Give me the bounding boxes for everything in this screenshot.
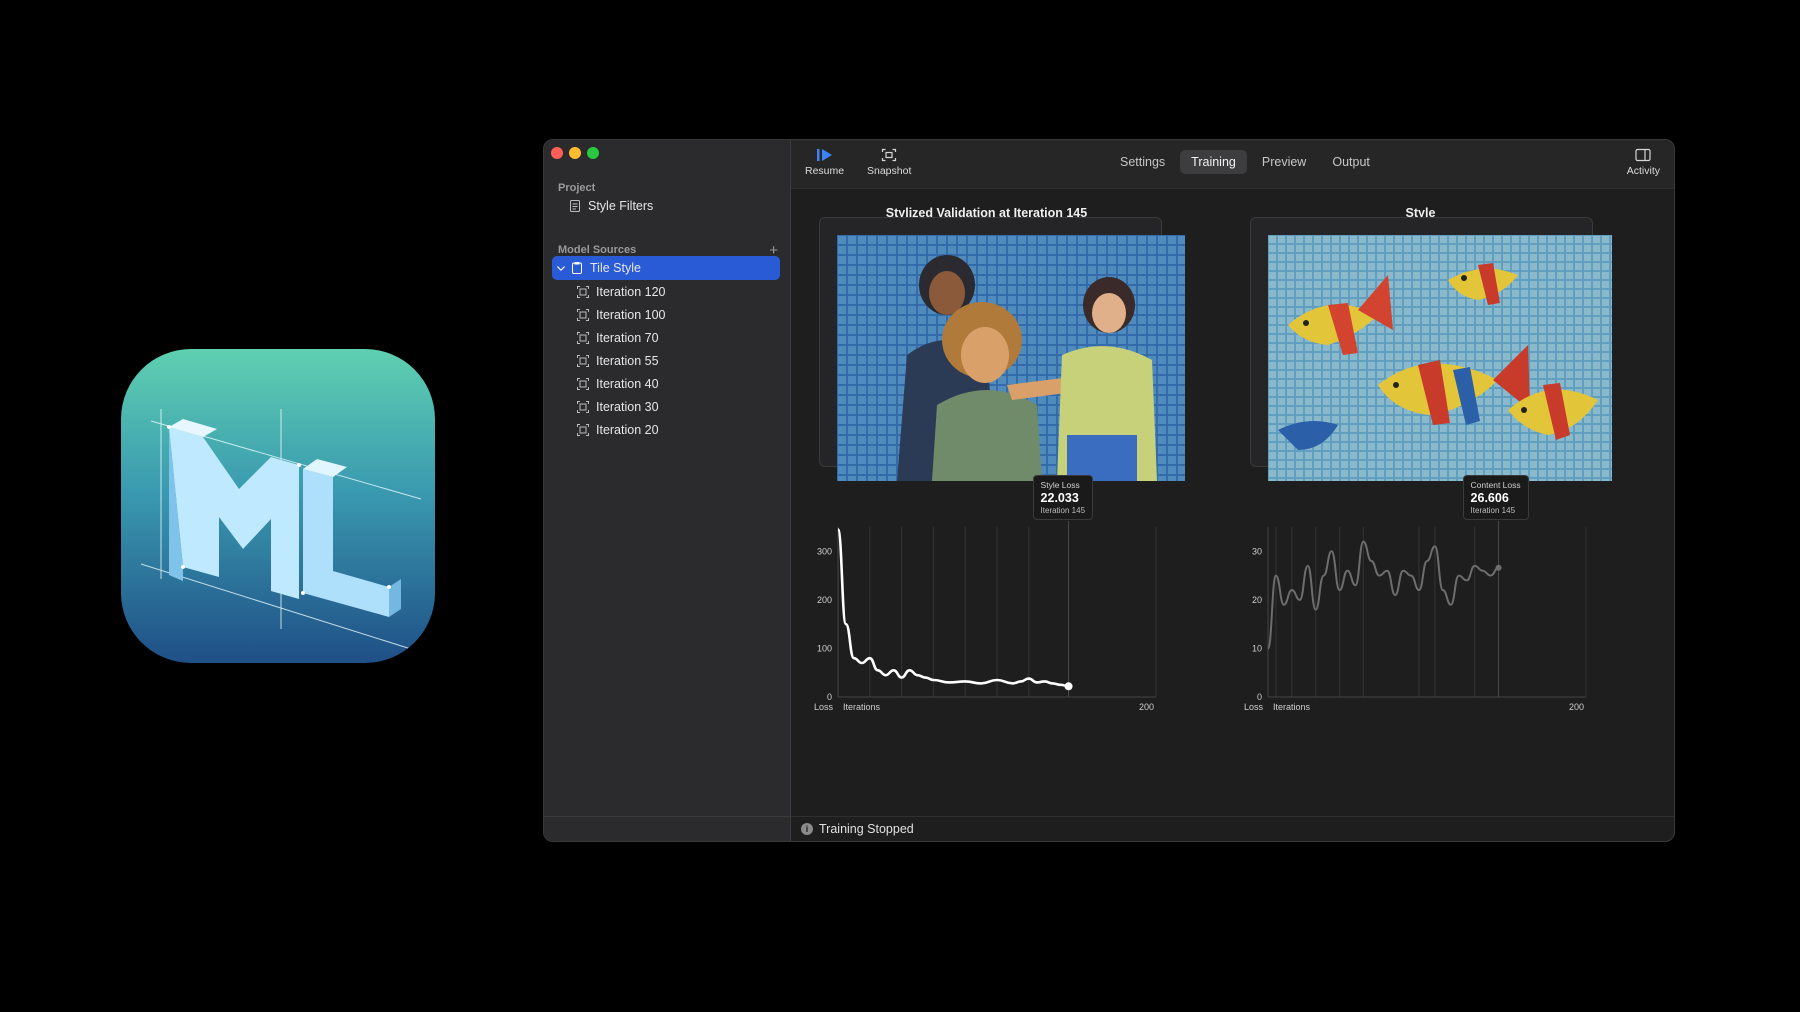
y-tick-label: 100 (817, 643, 832, 653)
sidebar-item-label: Iteration 30 (596, 400, 659, 414)
create-ml-app-icon (121, 349, 435, 663)
tab-output[interactable]: Output (1321, 150, 1381, 174)
toolbar: Resume Snapshot Settings Training Previe… (791, 140, 1674, 189)
tooltip-sub: Iteration 145 (1040, 506, 1086, 515)
snapshot-icon (577, 401, 589, 413)
sidebar-item-label: Iteration 20 (596, 423, 659, 437)
play-icon (816, 149, 832, 161)
style-reference-image (1268, 235, 1612, 481)
sidebar-item-iteration[interactable]: Iteration 20 (576, 418, 776, 442)
snapshot-button[interactable]: Snapshot (867, 148, 911, 177)
status-bar: i Training Stopped (791, 816, 1674, 841)
sidebar-item-label: Iteration 55 (596, 354, 659, 368)
tooltip-value: 26.606 (1470, 491, 1509, 505)
sidebar-footer (544, 816, 790, 841)
y-axis-label: Loss (1244, 702, 1264, 712)
series-line (1267, 540, 1499, 650)
x-axis-label: Iterations (1273, 702, 1311, 712)
info-icon: i (801, 823, 813, 835)
tooltip-label: Content Loss (1470, 480, 1521, 490)
sidebar-item-tile-style[interactable]: Tile Style (552, 256, 780, 280)
tab-settings[interactable]: Settings (1109, 150, 1176, 174)
sidebar-item-label: Iteration 120 (596, 285, 666, 299)
validation-image-card (819, 217, 1185, 481)
snapshot-icon (577, 286, 589, 298)
snapshot-icon (577, 424, 589, 436)
current-point (1064, 682, 1073, 691)
y-tick-label: 0 (827, 692, 832, 702)
y-tick-label: 10 (1252, 643, 1262, 653)
content-loss-plot: 0 10 20 30 Loss Iterations 200 (1244, 521, 1587, 712)
project-header: Project (558, 182, 596, 194)
stylized-validation-image (837, 235, 1185, 481)
y-tick-label: 20 (1252, 595, 1262, 605)
ml-letters-icon (140, 409, 422, 650)
x-axis-label: Iterations (843, 702, 881, 712)
maximize-window-button[interactable] (587, 147, 599, 159)
sidebar-item-label: Iteration 70 (596, 331, 659, 345)
y-tick-label: 300 (817, 546, 832, 556)
content-loss-chart: 0 10 20 30 Loss Iterations 200 Content Loss 26… (1236, 475, 1596, 715)
sidebar-item-iteration[interactable]: Iteration 100 (576, 303, 776, 327)
sidebar-item-iteration[interactable]: Iteration 40 (576, 372, 776, 396)
activity-label: Activity (1626, 165, 1660, 177)
sidebar-item-label: Tile Style (590, 261, 641, 275)
style-loss-plot: 0 100 200 300 Loss Iterations 200 (814, 521, 1157, 712)
y-tick-label: 0 (1257, 692, 1262, 702)
y-tick-label: 30 (1252, 546, 1262, 556)
content-loss-tooltip: Content Loss 26.606 Iteration 145 (1462, 475, 1529, 520)
sidebar-item-style-filters[interactable]: Style Filters (568, 194, 796, 218)
sidebar-item-iteration[interactable]: Iteration 30 (576, 395, 776, 419)
tab-bar: Settings Training Preview Output (1109, 150, 1381, 174)
status-text: Training Stopped (819, 822, 914, 836)
tooltip-label: Style Loss (1040, 480, 1080, 490)
sidebar-item-iteration[interactable]: Iteration 70 (576, 326, 776, 350)
snapshot-icon (882, 148, 897, 162)
sidebar-item-label: Iteration 100 (596, 308, 666, 322)
snapshot-label: Snapshot (867, 165, 912, 177)
model-source-icon (572, 262, 582, 274)
tooltip-sub: Iteration 145 (1470, 506, 1516, 515)
create-ml-window: Project Style Filters Model Sources + Ti… (543, 139, 1675, 842)
style-loss-tooltip: Style Loss 22.033 Iteration 145 (1032, 475, 1094, 520)
activity-button[interactable]: Activity (1627, 148, 1660, 177)
x-tick-label: 200 (1139, 702, 1154, 712)
resume-label: Resume (805, 165, 845, 177)
y-tick-label: 200 (817, 595, 832, 605)
sidebar-toggle-icon (1635, 148, 1651, 162)
document-icon (570, 200, 580, 212)
y-axis-label: Loss (814, 702, 834, 712)
chevron-down-icon[interactable] (556, 261, 566, 275)
snapshot-icon (577, 355, 589, 367)
current-point (1495, 564, 1502, 571)
sidebar-item-iteration[interactable]: Iteration 120 (576, 280, 776, 304)
close-window-button[interactable] (551, 147, 563, 159)
snapshot-icon (577, 309, 589, 321)
tooltip-value: 22.033 (1040, 491, 1079, 505)
resume-button[interactable]: Resume (805, 148, 844, 177)
series-line (836, 528, 1069, 688)
sidebar-item-label: Iteration 40 (596, 377, 659, 391)
tab-training[interactable]: Training (1180, 150, 1247, 174)
snapshot-icon (577, 378, 589, 390)
minimize-window-button[interactable] (569, 147, 581, 159)
style-image-card (1250, 217, 1612, 481)
sidebar: Project Style Filters Model Sources + Ti… (544, 140, 791, 841)
x-tick-label: 200 (1569, 702, 1584, 712)
snapshot-icon (577, 332, 589, 344)
model-sources-header: Model Sources (558, 244, 637, 256)
sidebar-item-iteration[interactable]: Iteration 55 (576, 349, 776, 373)
style-loss-chart: 0 100 200 300 Loss Iterations 200 Style Loss 2… (806, 475, 1166, 715)
sidebar-item-label: Style Filters (588, 199, 654, 213)
tab-preview[interactable]: Preview (1251, 150, 1317, 174)
